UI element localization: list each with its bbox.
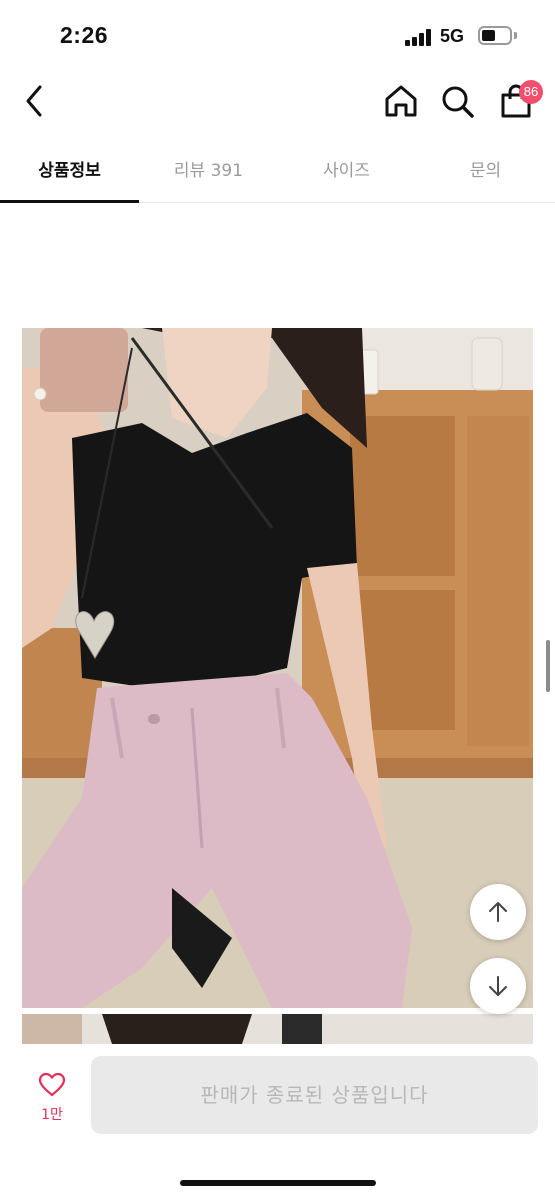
- scroll-to-bottom-button[interactable]: [470, 958, 526, 1014]
- active-tab-indicator: [0, 200, 139, 203]
- tab-bar: 상품정보 리뷰 391 사이즈 문의: [0, 140, 555, 203]
- arrow-down-icon: [489, 976, 507, 996]
- tab-product-info[interactable]: 상품정보: [0, 140, 139, 202]
- product-image: [22, 328, 533, 1008]
- scroll-to-top-button[interactable]: [470, 884, 526, 940]
- product-image-next: [22, 1014, 533, 1044]
- battery-cap: [514, 32, 517, 39]
- status-time: 2:26: [60, 22, 109, 48]
- battery-icon: [478, 26, 512, 45]
- sold-out-button[interactable]: 판매가 종료된 상품입니다: [91, 1056, 538, 1134]
- like-button[interactable]: 1만: [26, 1068, 78, 1128]
- search-icon[interactable]: [440, 84, 476, 120]
- tab-inquiry[interactable]: 문의: [416, 140, 555, 202]
- scroll-indicator[interactable]: [546, 640, 550, 692]
- arrow-up-icon: [489, 902, 507, 922]
- tab-size[interactable]: 사이즈: [277, 140, 416, 202]
- chevron-left-icon[interactable]: [20, 84, 50, 118]
- heart-icon: [38, 1072, 66, 1097]
- network-type: 5G: [440, 26, 465, 46]
- home-indicator[interactable]: [180, 1180, 376, 1186]
- cart-count-badge: 86: [519, 80, 543, 104]
- signal-strength-icon: [405, 29, 435, 46]
- like-count: 1만: [41, 1107, 63, 1123]
- status-bar: 2:26 5G: [0, 0, 555, 70]
- tab-reviews[interactable]: 리뷰 391: [139, 140, 278, 202]
- home-icon[interactable]: [383, 84, 419, 118]
